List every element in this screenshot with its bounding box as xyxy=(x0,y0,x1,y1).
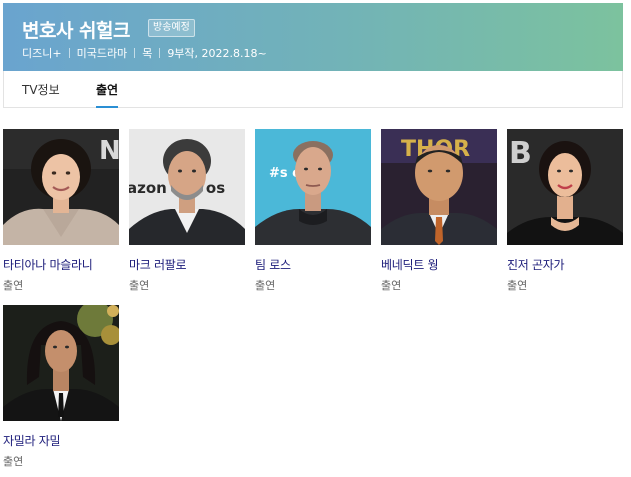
cast-name[interactable]: 베네딕트 웡 xyxy=(381,256,497,273)
backdrop-lettering: B xyxy=(509,136,532,171)
meta-divider xyxy=(134,48,136,58)
cast-photo[interactable] xyxy=(3,305,119,421)
meta-divider xyxy=(159,48,161,58)
cast-photo[interactable]: NO xyxy=(3,129,119,245)
cast-role: 출연 xyxy=(3,455,24,468)
cast-photo[interactable]: THOR xyxy=(381,129,497,245)
cast-role: 출연 xyxy=(255,279,276,292)
cast-photo[interactable]: #s ce xyxy=(255,129,371,245)
cast-photo[interactable]: B xyxy=(507,129,623,245)
meta-divider xyxy=(68,48,70,58)
meta-genre: 미국드라마 xyxy=(76,47,128,60)
cast-photo[interactable]: azon Stu os xyxy=(129,129,245,245)
meta-episodes-date: 9부작, 2022.8.18~ xyxy=(167,47,267,60)
tab-bar: TV정보 출연 xyxy=(3,71,623,108)
broadcast-status-badge: 방송예정 xyxy=(148,19,195,37)
cast-card[interactable]: B 진저 곤자가 출연 xyxy=(507,129,623,293)
cast-name[interactable]: 진저 곤자가 xyxy=(507,256,623,273)
meta-channel: 디즈니+ xyxy=(22,47,62,60)
cast-name[interactable]: 자밀라 자밀 xyxy=(3,432,119,449)
cast-card[interactable]: THOR 베네딕트 웡 출연 xyxy=(381,129,497,293)
cast-role: 출연 xyxy=(507,279,528,292)
cast-role: 출연 xyxy=(3,279,24,292)
cast-card[interactable]: azon Stu os 마크 러팔로 출연 xyxy=(129,129,245,293)
cast-role: 출연 xyxy=(129,279,150,292)
cast-name[interactable]: 팀 로스 xyxy=(255,256,371,273)
tab-cast[interactable]: 출연 xyxy=(96,71,119,108)
cast-role: 출연 xyxy=(381,279,402,292)
program-title[interactable]: 변호사 쉬헐크 xyxy=(22,16,131,43)
meta-day: 목 xyxy=(142,47,153,60)
cast-card[interactable]: #s ce 팀 로스 출연 xyxy=(255,129,371,293)
program-meta: 디즈니+ 미국드라마 목 9부작, 2022.8.18~ xyxy=(22,45,267,61)
cast-name[interactable]: 타티아나 마슬라니 xyxy=(3,256,119,273)
cast-card[interactable]: 자밀라 자밀 출연 xyxy=(3,305,119,469)
tab-tv-info[interactable]: TV정보 xyxy=(22,71,60,107)
cast-card[interactable]: NO 타티아나 마슬라니 출연 xyxy=(3,129,119,293)
cast-name[interactable]: 마크 러팔로 xyxy=(129,256,245,273)
program-header: 변호사 쉬헐크 방송예정 디즈니+ 미국드라마 목 9부작, 2022.8.18… xyxy=(3,3,623,71)
backdrop-lettering: NO xyxy=(99,136,119,166)
